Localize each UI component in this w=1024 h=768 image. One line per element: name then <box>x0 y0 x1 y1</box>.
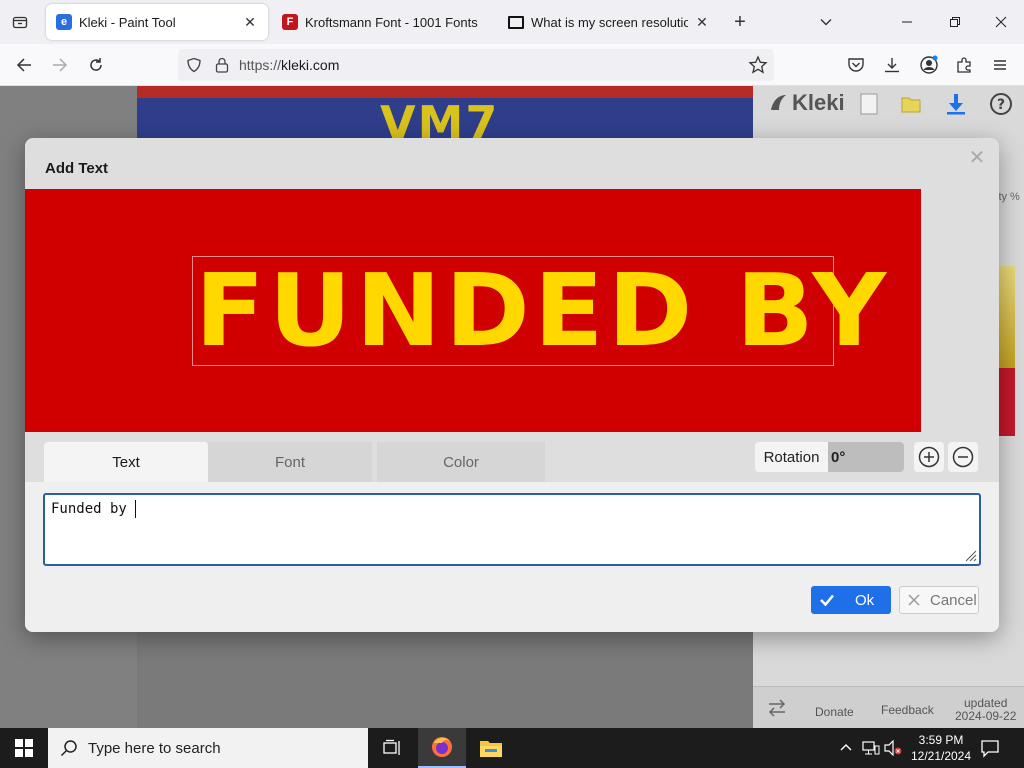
tab-kroftsmann[interactable]: F Kroftsmann Font - 1001 Fonts <box>272 4 496 40</box>
text-tab-panel: Ok Cancel <box>25 482 999 632</box>
tab-screen-resolution[interactable]: What is my screen resolution - ✕ <box>498 4 720 40</box>
svg-text:?: ? <box>997 97 1005 113</box>
kleki-logo-text: Kleki <box>792 90 845 115</box>
tab-color[interactable]: Color <box>377 442 545 482</box>
tab-title: What is my screen resolution - <box>531 14 688 30</box>
new-image-icon[interactable] <box>857 92 881 116</box>
firefox-taskbar-icon[interactable] <box>418 728 466 768</box>
close-icon[interactable]: ✕ <box>967 147 987 169</box>
dialog-tabs: Text Font Color Rotation 0° <box>25 432 999 482</box>
restore-icon[interactable] <box>932 0 978 44</box>
back-arrow-icon[interactable] <box>10 51 38 79</box>
kleki-favicon-icon: e <box>56 14 72 30</box>
chevron-down-icon[interactable] <box>814 10 838 34</box>
kleki-logo-icon <box>771 95 786 110</box>
side-glimpse-text: ity % <box>996 191 1020 203</box>
downloads-icon[interactable] <box>878 51 906 79</box>
save-download-icon[interactable] <box>944 92 968 116</box>
open-folder-icon[interactable] <box>900 92 924 116</box>
windows-start-icon[interactable] <box>0 728 48 768</box>
add-text-dialog: Add Text ✕ FUNDED BY Text Font Color Rot… <box>25 138 999 632</box>
close-tab-icon[interactable]: ✕ <box>694 14 710 30</box>
network-icon[interactable] <box>862 740 880 759</box>
resize-grip-icon[interactable] <box>963 548 977 562</box>
url-domain: kleki.com <box>281 57 340 73</box>
minimize-icon[interactable] <box>884 0 930 44</box>
clock-time: 3:59 PM <box>918 733 964 747</box>
cancel-button[interactable]: Cancel <box>899 586 979 614</box>
clock-date: 12/21/2024 <box>910 749 972 763</box>
address-bar[interactable]: https://kleki.com <box>178 49 774 81</box>
browser-nav-bar: https://kleki.com <box>0 44 1024 86</box>
url-scheme: https:// <box>239 57 282 73</box>
account-icon[interactable] <box>915 51 943 79</box>
search-placeholder: Type here to search <box>88 739 221 757</box>
x-icon <box>908 594 920 606</box>
text-input[interactable] <box>43 493 981 566</box>
menu-hamburger-icon[interactable] <box>986 51 1014 79</box>
minus-circle-icon <box>952 446 974 468</box>
rotate-decrease-button[interactable] <box>948 442 978 472</box>
forward-arrow-icon[interactable] <box>46 51 74 79</box>
extensions-puzzle-icon[interactable] <box>950 51 978 79</box>
close-tab-icon[interactable]: ✕ <box>242 14 258 30</box>
chevron-up-icon[interactable] <box>839 740 853 757</box>
updated-info: updated 2024-09-22 <box>955 697 1016 723</box>
ok-button[interactable]: Ok <box>811 586 891 614</box>
browser-tab-bar: e Kleki - Paint Tool ✕ F Kroftsmann Font… <box>0 0 1024 44</box>
fonts-favicon-icon: F <box>282 14 298 30</box>
task-view-icon[interactable] <box>368 728 416 768</box>
help-icon[interactable]: ? <box>989 92 1013 116</box>
rotate-increase-button[interactable] <box>914 442 944 472</box>
monitor-favicon-icon <box>508 15 524 29</box>
checkmark-icon <box>820 594 834 607</box>
search-icon <box>60 740 77 757</box>
dialog-title: Add Text <box>45 160 109 177</box>
text-caret <box>135 500 136 518</box>
lock-icon[interactable] <box>214 56 230 77</box>
list-all-tabs-icon[interactable] <box>6 10 34 34</box>
tab-title: Kroftsmann Font - 1001 Fonts <box>305 14 478 30</box>
taskbar-clock[interactable]: 3:59 PM 12/21/2024 <box>906 732 976 764</box>
text-bounding-box[interactable]: FUNDED BY <box>192 256 886 366</box>
taskbar-search-box[interactable]: Type here to search <box>48 728 368 768</box>
tab-title: Kleki - Paint Tool <box>79 14 176 30</box>
tab-kleki[interactable]: e Kleki - Paint Tool ✕ <box>46 4 268 40</box>
tracking-protection-shield-icon[interactable] <box>186 57 202 76</box>
close-window-icon[interactable] <box>978 0 1024 44</box>
url-text[interactable]: https://kleki.com <box>239 57 339 73</box>
kleki-logo: Kleki <box>767 90 845 116</box>
volume-muted-icon[interactable] <box>884 739 902 759</box>
panel-footer: Donate Feedback updated 2024-09-22 <box>753 686 1024 728</box>
rotation-value[interactable]: 0° <box>828 442 904 472</box>
notification-center-icon[interactable] <box>980 738 1000 761</box>
bookmark-star-icon[interactable] <box>748 55 768 78</box>
tab-text[interactable]: Text <box>44 442 208 482</box>
rotation-label: Rotation <box>755 442 828 472</box>
file-explorer-icon[interactable] <box>467 728 515 768</box>
reload-icon[interactable] <box>82 51 110 79</box>
updated-date: 2024-09-22 <box>955 709 1017 723</box>
tab-font[interactable]: Font <box>208 442 372 482</box>
preview-text: FUNDED BY <box>195 252 891 369</box>
feedback-link[interactable]: Feedback <box>881 703 934 717</box>
pocket-icon[interactable] <box>842 51 870 79</box>
cancel-label: Cancel <box>930 591 977 609</box>
donate-link[interactable]: Donate <box>815 705 854 719</box>
plus-circle-icon <box>918 446 940 468</box>
swap-arrows-icon[interactable] <box>767 699 787 720</box>
ok-label: Ok <box>855 591 875 609</box>
new-tab-icon[interactable]: + <box>728 10 752 34</box>
rotation-control[interactable]: Rotation 0° <box>755 442 904 472</box>
text-preview[interactable]: FUNDED BY <box>25 189 921 432</box>
windows-taskbar: Type here to search 3:59 PM 12/21/2024 <box>0 728 1024 768</box>
